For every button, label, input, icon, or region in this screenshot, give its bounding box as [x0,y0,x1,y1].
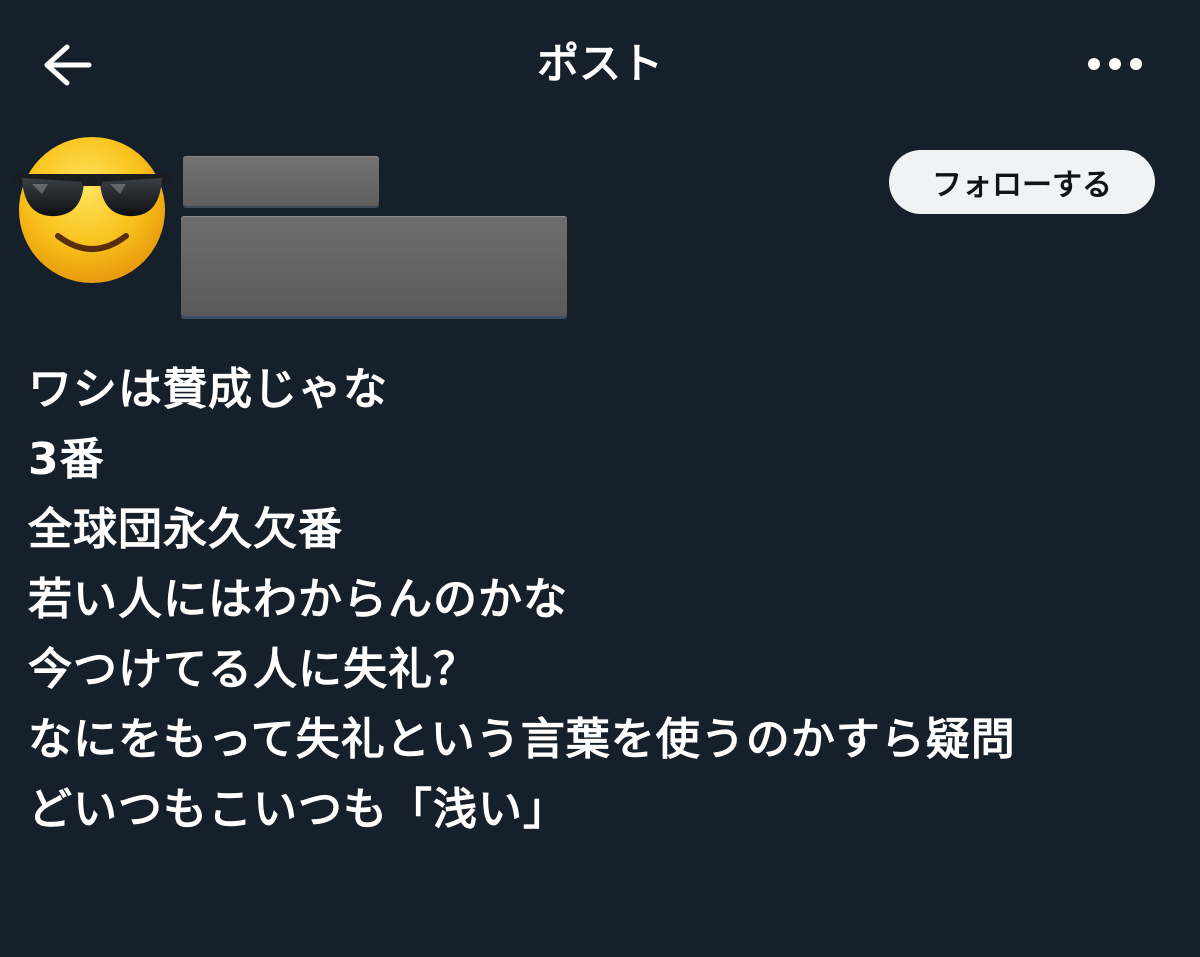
follow-button[interactable]: フォローする [889,150,1155,214]
post-line: 今つけてる人に失礼？ [28,644,478,695]
top-bar: ポスト [0,0,1200,130]
sunglasses-smiley-avatar [14,137,170,283]
post-line: 全球団永久欠番 [28,504,343,555]
post-line: なにをもって失礼という言葉を使うのかすら疑問 [28,714,1016,765]
arrow-left-icon [44,44,92,86]
back-button[interactable] [38,38,96,92]
username-redacted [181,216,567,316]
more-horizontal-icon [1088,58,1142,70]
post-line: 若い人にはわからんのかな [28,574,568,625]
display-name-redacted [183,156,379,206]
post-line: 3番 [28,434,105,485]
avatar[interactable] [12,130,172,285]
page-title: ポスト [536,39,663,88]
post-line: どいつもこいつも「浅い」 [28,784,568,835]
post-line: ワシは賛成じゃな [28,364,388,415]
more-options-button[interactable] [1080,44,1150,84]
post-text: ワシは賛成じゃな 3番 全球団永久欠番 若い人にはわからんのかな 今つけてる人に… [28,355,1178,845]
